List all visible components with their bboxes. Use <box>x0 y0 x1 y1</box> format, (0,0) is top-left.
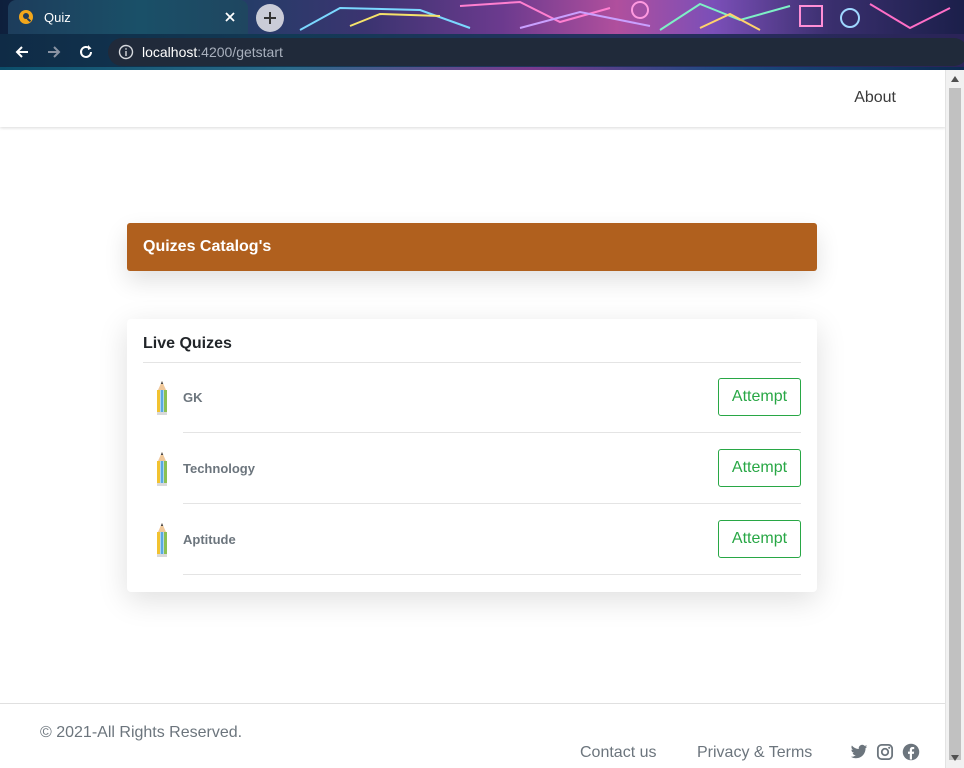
nav-link-about[interactable]: About <box>854 89 896 107</box>
copyright-text: © 2021-All Rights Reserved. <box>40 724 243 741</box>
arrow-right-icon <box>46 44 62 60</box>
quiz-name: Aptitude <box>183 532 236 547</box>
arrow-left-icon <box>14 44 30 60</box>
row-divider <box>183 574 801 575</box>
browser-tab-strip: Quiz <box>0 0 964 34</box>
forward-button[interactable] <box>38 36 70 68</box>
pencil-icon <box>153 451 171 487</box>
list-item: GK Attempt <box>143 362 801 433</box>
close-icon[interactable] <box>222 9 238 25</box>
tab-quiz[interactable]: Quiz <box>8 0 248 34</box>
instagram-icon[interactable] <box>876 743 894 761</box>
address-bar[interactable]: localhost:4200/getstart <box>108 38 964 66</box>
top-navbar: About <box>0 70 946 127</box>
quiz-name: GK <box>183 390 203 405</box>
page-viewport: About Quizes Catalog's Live Quizes GK At… <box>0 70 946 768</box>
scroll-down-icon[interactable] <box>950 754 960 762</box>
attempt-button-gk[interactable]: Attempt <box>718 378 801 416</box>
catalog-header: Quizes Catalog's <box>127 223 817 271</box>
url-host: localhost <box>142 44 198 60</box>
attempt-button-technology[interactable]: Attempt <box>718 449 801 487</box>
live-quizzes-card: Live Quizes GK Attempt Technology Attemp… <box>127 319 817 592</box>
quiz-name: Technology <box>183 461 255 476</box>
url-path: :4200/getstart <box>197 44 283 60</box>
scrollbar-thumb[interactable] <box>949 88 961 760</box>
list-item: Aptitude Attempt <box>143 504 801 575</box>
quiz-app-icon <box>18 9 34 25</box>
footer-link-privacy[interactable]: Privacy & Terms <box>697 744 812 762</box>
reload-icon <box>78 44 94 60</box>
new-tab-button[interactable] <box>256 4 284 32</box>
footer-divider <box>0 703 946 704</box>
browser-toolbar: localhost:4200/getstart <box>0 34 964 70</box>
reload-button[interactable] <box>70 36 102 68</box>
facebook-icon[interactable] <box>902 743 920 761</box>
catalog-title: Quizes Catalog's <box>143 238 272 255</box>
list-item: Technology Attempt <box>143 433 801 504</box>
scroll-up-icon[interactable] <box>950 75 960 83</box>
twitter-icon[interactable] <box>850 743 868 761</box>
back-button[interactable] <box>6 36 38 68</box>
attempt-button-aptitude[interactable]: Attempt <box>718 520 801 558</box>
tab-title: Quiz <box>44 9 71 25</box>
page-scrollbar[interactable] <box>945 70 964 768</box>
footer-link-contact[interactable]: Contact us <box>580 744 656 762</box>
plus-icon <box>263 11 277 25</box>
info-icon[interactable] <box>118 44 134 60</box>
pencil-icon <box>153 522 171 558</box>
card-title: Live Quizes <box>143 335 232 352</box>
pencil-icon <box>153 380 171 416</box>
